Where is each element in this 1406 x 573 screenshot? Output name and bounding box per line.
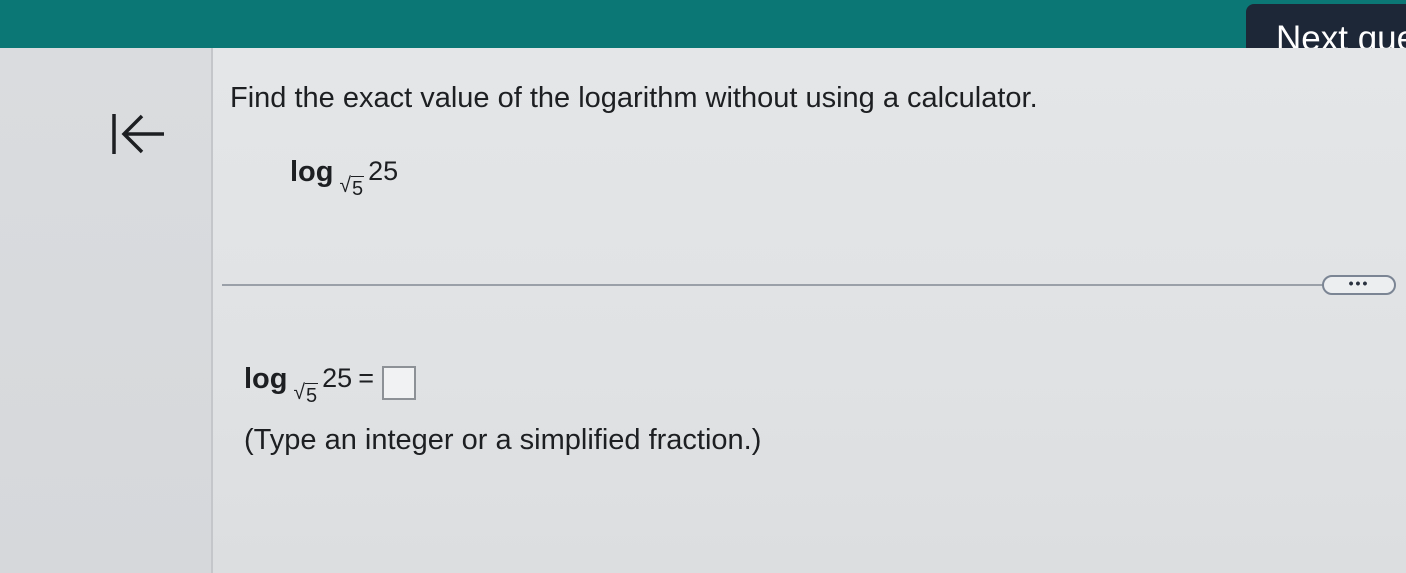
answer-log-base: √ 5 [294, 380, 319, 408]
question-instruction: Find the exact value of the logarithm wi… [230, 82, 1038, 114]
section-divider [222, 284, 1326, 286]
answer-hint: (Type an integer or a simplified fractio… [244, 424, 762, 456]
answer-log-argument: 25 [322, 363, 353, 393]
equals-sign: = [358, 363, 374, 393]
question-expression: log √ 5 25 [290, 155, 398, 201]
log-argument: 25 [368, 156, 399, 186]
answer-input[interactable] [381, 366, 416, 400]
arrow-left-to-bar-icon[interactable] [108, 110, 166, 158]
answer-log-word: log [244, 363, 288, 395]
sqrt-icon: √ [293, 381, 306, 404]
top-bar [0, 0, 1406, 48]
ellipsis-icon: ••• [1348, 275, 1370, 291]
sqrt-icon: √ [339, 174, 352, 197]
log-word: log [290, 156, 334, 188]
answer-base-radicand: 5 [305, 383, 319, 407]
log-base: √ 5 [340, 173, 365, 201]
more-options-button[interactable]: ••• [1322, 275, 1396, 295]
answer-expression: log √ 5 25 = [244, 362, 416, 408]
left-panel [0, 48, 212, 573]
question-area [213, 48, 1406, 573]
base-radicand: 5 [351, 176, 365, 200]
